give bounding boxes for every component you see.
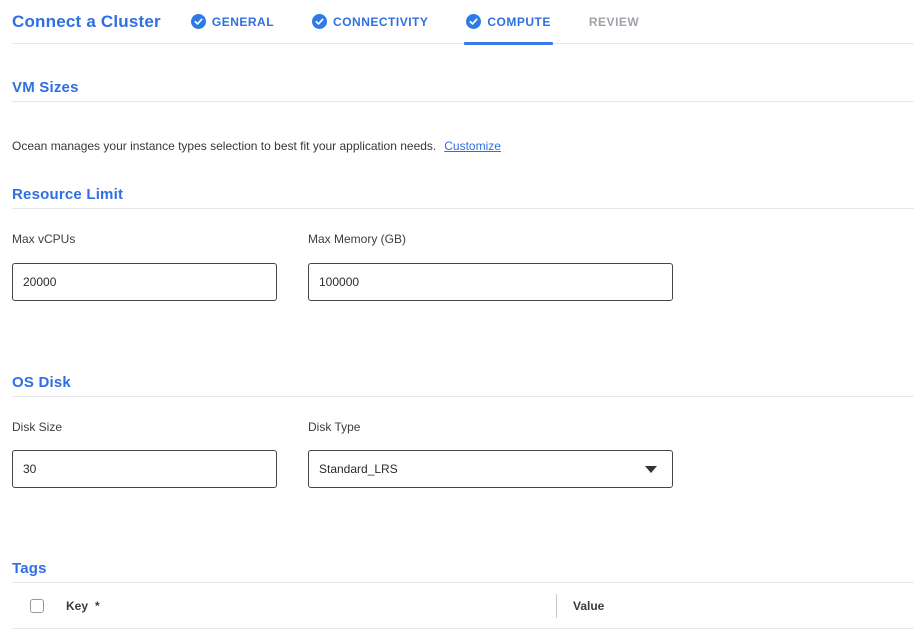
required-marker: *: [95, 599, 100, 613]
os-disk-heading: OS Disk: [12, 374, 914, 397]
connect-cluster-wizard: Connect a Cluster GENERAL CONNECTIVITY C…: [0, 0, 914, 629]
tags-value-column-header: Value: [557, 599, 604, 613]
max-vcpus-input[interactable]: [12, 263, 277, 301]
max-memory-input[interactable]: [308, 263, 673, 301]
os-disk-labels: Disk Size Disk Type: [12, 420, 914, 434]
disk-size-label: Disk Size: [12, 420, 277, 434]
check-circle-icon: [312, 14, 327, 29]
page-title: Connect a Cluster: [12, 12, 161, 32]
key-column-label: Key: [66, 599, 88, 613]
caret-down-icon: [645, 466, 657, 473]
max-vcpus-label: Max vCPUs: [12, 232, 277, 246]
tab-bar: GENERAL CONNECTIVITY COMPUTE REVIEW: [191, 0, 639, 43]
tab-review[interactable]: REVIEW: [589, 0, 639, 43]
check-circle-icon: [191, 14, 206, 29]
resource-limit-labels: Max vCPUs Max Memory (GB): [12, 232, 914, 246]
wizard-header: Connect a Cluster GENERAL CONNECTIVITY C…: [12, 0, 914, 44]
active-tab-indicator: [464, 42, 553, 45]
vm-sizes-description-text: Ocean manages your instance types select…: [12, 139, 436, 153]
disk-size-input[interactable]: [12, 450, 277, 488]
os-disk-fields: Standard_LRS: [12, 450, 914, 488]
disk-type-select[interactable]: Standard_LRS: [308, 450, 673, 488]
max-memory-label: Max Memory (GB): [308, 232, 673, 246]
tags-table-header: Key * Value: [12, 583, 914, 629]
disk-type-label: Disk Type: [308, 420, 673, 434]
vm-sizes-heading: VM Sizes: [12, 79, 914, 102]
tab-compute[interactable]: COMPUTE: [466, 0, 551, 43]
disk-type-selected-value: Standard_LRS: [319, 462, 398, 476]
customize-link[interactable]: Customize: [444, 139, 501, 153]
tags-key-column-header: Key *: [66, 599, 556, 613]
resource-limit-fields: [12, 263, 914, 301]
tab-label: REVIEW: [589, 15, 639, 29]
tags-heading: Tags: [12, 560, 914, 583]
tab-label: COMPUTE: [487, 15, 551, 29]
select-all-cell: [12, 599, 66, 613]
vm-sizes-description: Ocean manages your instance types select…: [12, 139, 914, 153]
tab-general[interactable]: GENERAL: [191, 0, 274, 43]
tab-connectivity[interactable]: CONNECTIVITY: [312, 0, 428, 43]
tab-label: CONNECTIVITY: [333, 15, 428, 29]
resource-limit-heading: Resource Limit: [12, 186, 914, 209]
check-circle-icon: [466, 14, 481, 29]
select-all-checkbox[interactable]: [30, 599, 44, 613]
tab-label: GENERAL: [212, 15, 274, 29]
